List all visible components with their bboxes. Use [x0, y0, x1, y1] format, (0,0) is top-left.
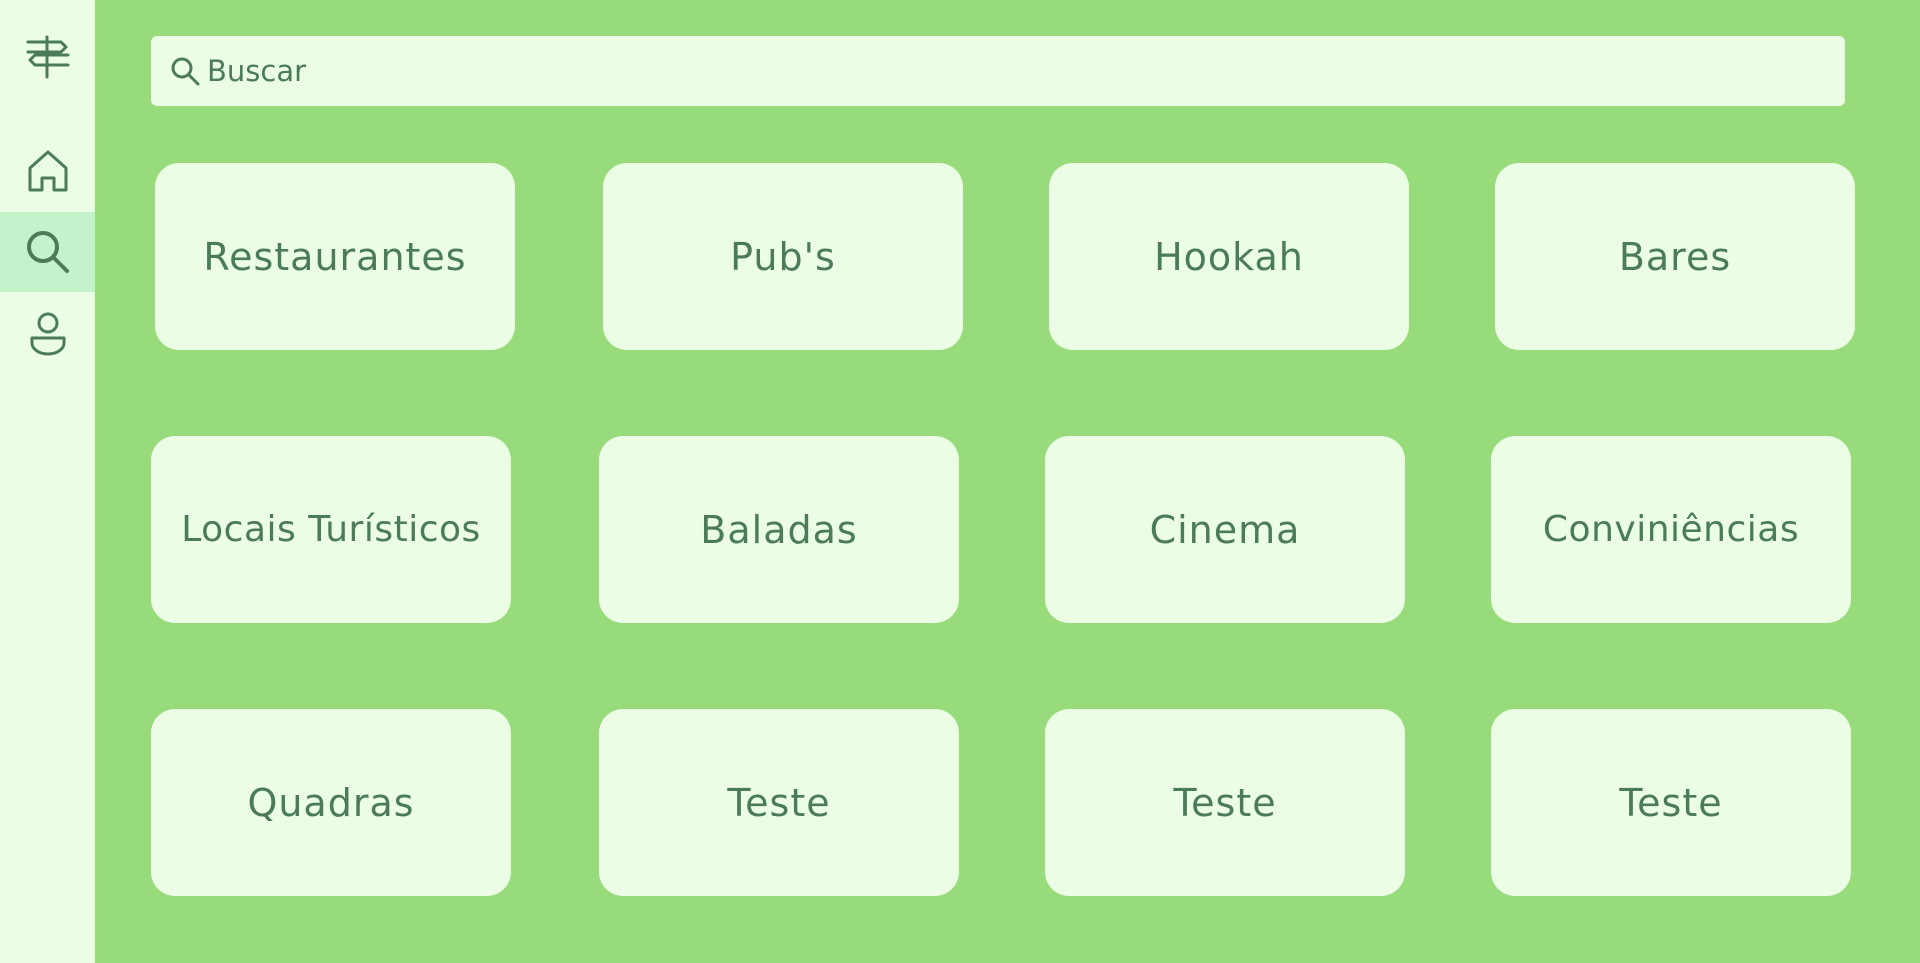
- category-card-conviniencias[interactable]: Conviniências: [1491, 436, 1851, 623]
- search-bar[interactable]: [151, 36, 1845, 106]
- user-icon: [30, 312, 65, 356]
- logo-signpost-button[interactable]: [0, 16, 95, 96]
- home-icon: [28, 150, 67, 192]
- category-label: Teste: [1173, 780, 1277, 825]
- category-card-teste[interactable]: Teste: [599, 709, 959, 896]
- category-label: Cinema: [1149, 507, 1301, 552]
- category-card-locais-turisticos[interactable]: Locais Turísticos: [151, 436, 511, 623]
- category-card-restaurantes[interactable]: Restaurantes: [155, 163, 515, 350]
- category-card-bares[interactable]: Bares: [1495, 163, 1855, 350]
- category-label: Hookah: [1154, 234, 1304, 279]
- category-label: Locais Turísticos: [181, 509, 481, 550]
- category-label: Restaurantes: [203, 234, 467, 279]
- category-label: Quadras: [247, 780, 415, 825]
- category-label: Pub's: [730, 234, 836, 279]
- category-label: Teste: [1619, 780, 1723, 825]
- sidebar-item-profile[interactable]: [0, 294, 95, 374]
- category-card-cinema[interactable]: Cinema: [1045, 436, 1405, 623]
- sidebar-item-home[interactable]: [0, 131, 95, 211]
- category-card-quadras[interactable]: Quadras: [151, 709, 511, 896]
- category-card-hookah[interactable]: Hookah: [1049, 163, 1409, 350]
- category-card-pubs[interactable]: Pub's: [603, 163, 963, 350]
- category-label: Conviniências: [1542, 509, 1800, 550]
- category-card-teste[interactable]: Teste: [1491, 709, 1851, 896]
- category-card-teste[interactable]: Teste: [1045, 709, 1405, 896]
- search-icon: [169, 55, 201, 87]
- signpost-icon: [26, 35, 69, 79]
- category-card-baladas[interactable]: Baladas: [599, 436, 959, 623]
- sidebar: [0, 0, 95, 963]
- search-input[interactable]: [207, 41, 1787, 101]
- search-icon: [26, 231, 69, 273]
- category-label: Baladas: [700, 507, 858, 552]
- sidebar-item-search[interactable]: [0, 212, 95, 292]
- category-label: Teste: [727, 780, 831, 825]
- category-label: Bares: [1618, 234, 1732, 279]
